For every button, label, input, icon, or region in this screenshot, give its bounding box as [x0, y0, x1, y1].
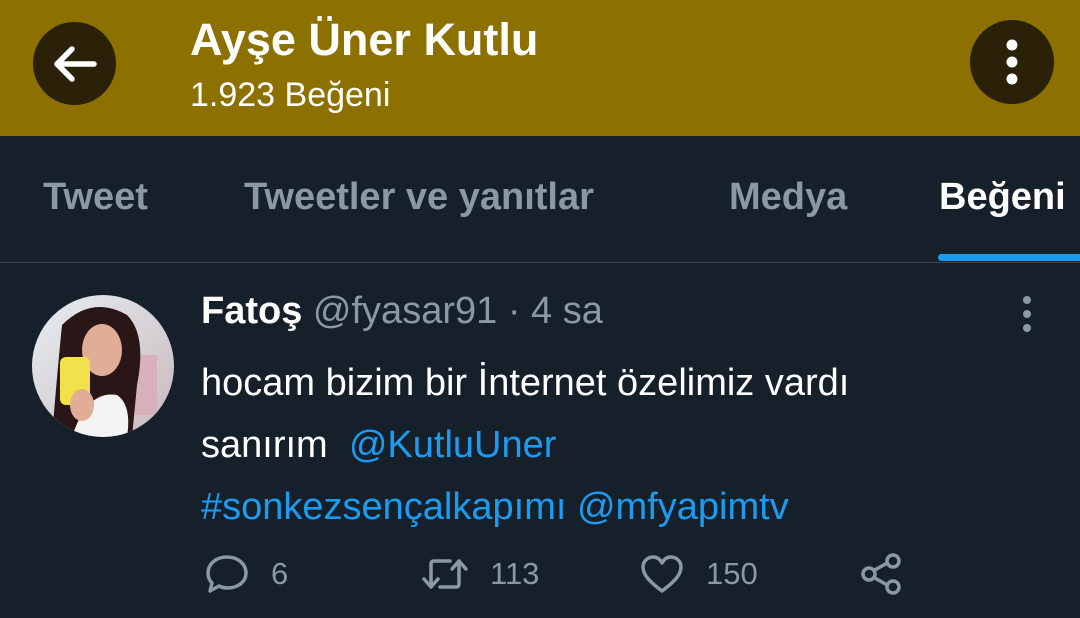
- active-tab-indicator: [938, 254, 1080, 261]
- likes-count: 1.923 Beğeni: [190, 76, 391, 114]
- vertical-dots-icon: [1006, 39, 1018, 85]
- heart-icon: [641, 555, 683, 593]
- author-name[interactable]: Fatoş: [201, 290, 302, 332]
- tab-tweets-and-replies[interactable]: Tweetler ve yanıtlar: [244, 176, 594, 219]
- hashtag-link[interactable]: #sonkezsençalkapımı: [201, 486, 566, 528]
- separator-dot: ·: [507, 290, 521, 332]
- share-icon: [861, 553, 901, 595]
- tab-media[interactable]: Medya: [729, 176, 847, 219]
- tweet-time[interactable]: 4 sa: [531, 290, 603, 332]
- like-button[interactable]: 150: [640, 552, 758, 596]
- tweet-text-line: hocam bizim bir İnternet özelimiz vardı: [201, 362, 850, 404]
- reply-button[interactable]: 6: [205, 552, 288, 596]
- share-button[interactable]: [860, 552, 902, 596]
- retweet-icon: [422, 559, 468, 589]
- profile-header: Ayşe Üner Kutlu 1.923 Beğeni: [0, 0, 1080, 136]
- back-button[interactable]: [33, 22, 116, 105]
- profile-title: Ayşe Üner Kutlu: [190, 14, 539, 65]
- reply-icon: [206, 555, 248, 593]
- profile-tabs: Tweet Tweetler ve yanıtlar Medya Beğeni: [0, 136, 1080, 263]
- mention-link[interactable]: @KutluUner: [349, 424, 557, 466]
- tab-likes[interactable]: Beğeni: [939, 176, 1066, 219]
- tweet-header: Fatoş @fyasar91 · 4 sa: [201, 290, 603, 333]
- vertical-dots-icon: [1023, 296, 1031, 332]
- retweet-count: 113: [490, 556, 540, 591]
- more-options-button[interactable]: [970, 20, 1054, 104]
- author-handle[interactable]: @fyasar91: [313, 290, 497, 332]
- retweet-button[interactable]: 113: [422, 552, 539, 596]
- tweet-text: hocam bizim bir İnternet özelimiz vardı …: [201, 352, 1061, 538]
- arrow-left-icon: [53, 45, 97, 82]
- avatar[interactable]: [32, 295, 174, 437]
- tweet-text-word: sanırım: [201, 424, 328, 466]
- reply-count: 6: [271, 556, 289, 591]
- like-count: 150: [706, 556, 758, 591]
- tweet-more-button[interactable]: [1010, 294, 1044, 334]
- mention-link[interactable]: @mfyapimtv: [577, 486, 789, 528]
- tab-tweets[interactable]: Tweet: [43, 176, 148, 219]
